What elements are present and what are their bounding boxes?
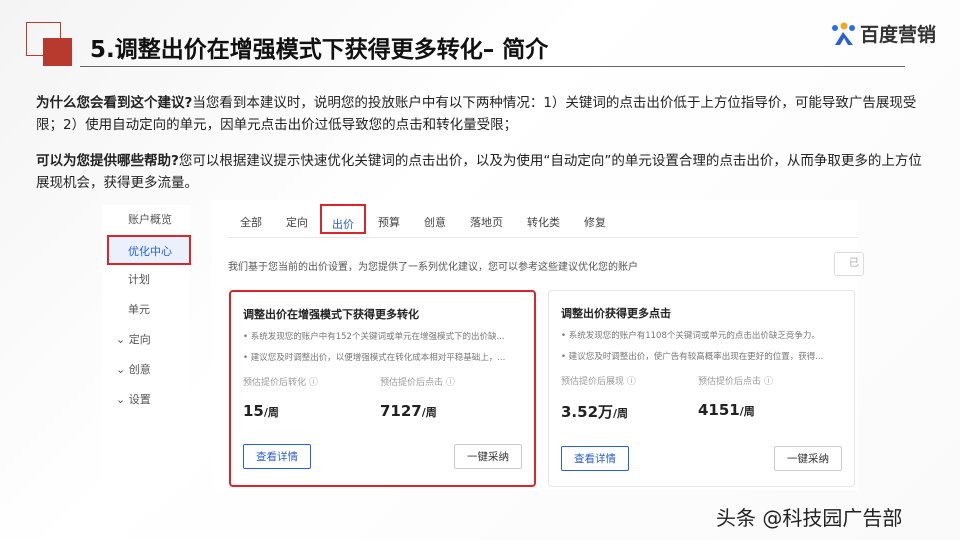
card-bullet: • 系统发现您的账户有1108个关键词或单元的点击出价缺乏竞争力。 [561, 331, 820, 341]
sidebar-item-targeting[interactable]: ⌄ 定向 [102, 325, 190, 355]
stat-value: 4151 [698, 401, 740, 419]
card-title: 调整出价获得更多点击 [561, 307, 671, 320]
tab-repair[interactable]: 修复 [572, 200, 618, 237]
tab-budget[interactable]: 预算 [366, 200, 412, 237]
tab-targeting[interactable]: 定向 [274, 200, 320, 237]
question-why: 为什么您会看到这个建议? [36, 95, 193, 111]
sidebar-item-optimization-center[interactable]: 优化中心 [107, 235, 191, 265]
watermark: 头条 @科技园广告部 [716, 506, 903, 530]
sidebar-item-unit[interactable]: 单元 [102, 295, 190, 325]
stat-value: 15 [243, 402, 264, 420]
stat-value: 7127 [380, 402, 422, 420]
card-bullet: • 建议您及时调整出价，使广告有较高概率出现在更好的位置，获得... [561, 352, 824, 362]
label: 设置 [128, 393, 151, 406]
stat-label: 预估提价后点击 ⓘ [380, 378, 455, 388]
tab-all[interactable]: 全部 [228, 200, 274, 237]
tab-bid[interactable]: 出价 [320, 204, 366, 234]
sidebar-item-settings[interactable]: ⌄ 设置 [102, 385, 190, 415]
sidebar-item-plan[interactable]: 计划 [102, 265, 190, 295]
question-help: 可以为您提供哪些帮助? [36, 153, 179, 169]
sidebar-item-creative[interactable]: ⌄ 创意 [102, 355, 190, 385]
decor-filled-square [43, 38, 72, 66]
paragraph-why: 为什么您会看到这个建议?当您看到本建议时，说明您的投放账户中有以下两种情况：1）… [36, 92, 926, 136]
sidebar-item-overview[interactable]: 账户概览 [102, 205, 190, 235]
tab-bar: 全部 定向 出价 预算 创意 落地页 转化类 修复 [228, 200, 858, 238]
stat-label: 预估提价后转化 ⓘ [243, 378, 318, 388]
stat-unit: /周 [613, 407, 629, 420]
suggestion-card-conversion: 调整出价在增强模式下获得更多转化 • 系统发现您的账户中有152个关键词或单元在… [229, 290, 536, 487]
slide-title: 5.调整出价在增强模式下获得更多转化– 简介 [90, 37, 549, 63]
title-divider [80, 66, 905, 67]
card-title: 调整出价在增强模式下获得更多转化 [243, 308, 419, 321]
stat-unit: /周 [421, 406, 437, 419]
one-click-adopt-button[interactable]: 一键采纳 [454, 444, 522, 469]
one-click-adopt-button[interactable]: 一键采纳 [774, 446, 842, 471]
stat-value: 3.52万 [561, 403, 614, 421]
view-details-button[interactable]: 查看详情 [561, 446, 629, 471]
logo-text: 百度营销 [860, 24, 937, 46]
adopted-button[interactable]: 已 [834, 252, 864, 276]
tab-landing-page[interactable]: 落地页 [458, 200, 515, 237]
suggestion-card-clicks: 调整出价获得更多点击 • 系统发现您的账户有1108个关键词或单元的点击出价缺乏… [548, 290, 855, 487]
info-note: 我们基于您当前的出价设置，为您提供了一系列优化建议，您可以参考这些建议优化您的账… [228, 262, 638, 273]
card-bullet: • 系统发现您的账户中有152个关键词或单元在增强模式下的出价缺... [243, 332, 505, 342]
tab-conversion[interactable]: 转化类 [515, 200, 572, 237]
main-panel: 全部 定向 出价 预算 创意 落地页 转化类 修复 我们基于您当前的出价设置，为… [212, 200, 864, 490]
sidebar: 账户概览 优化中心 计划 单元 ⌄ 定向 ⌄ 创意 ⌄ 设置 [102, 205, 191, 490]
label: 创意 [128, 363, 151, 376]
tab-creative[interactable]: 创意 [412, 200, 458, 237]
stat-unit: /周 [739, 405, 755, 418]
paragraph-help: 可以为您提供哪些帮助?您可以根据建议提示快速优化关键词的点击出价，以及为使用“自… [36, 150, 926, 194]
view-details-button[interactable]: 查看详情 [243, 444, 311, 469]
card-bullet: • 建议您及时调整出价，以便增强模式在转化成本相对平稳基础上，... [243, 353, 506, 363]
logo-icon [832, 22, 855, 45]
stat-label: 预估提价后点击 ⓘ [698, 377, 773, 387]
stat-unit: /周 [263, 406, 279, 419]
label: 定向 [128, 333, 151, 346]
baidu-marketing-logo: 百度营销 [830, 20, 936, 47]
stat-label: 预估提价后展现 ⓘ [561, 377, 636, 387]
